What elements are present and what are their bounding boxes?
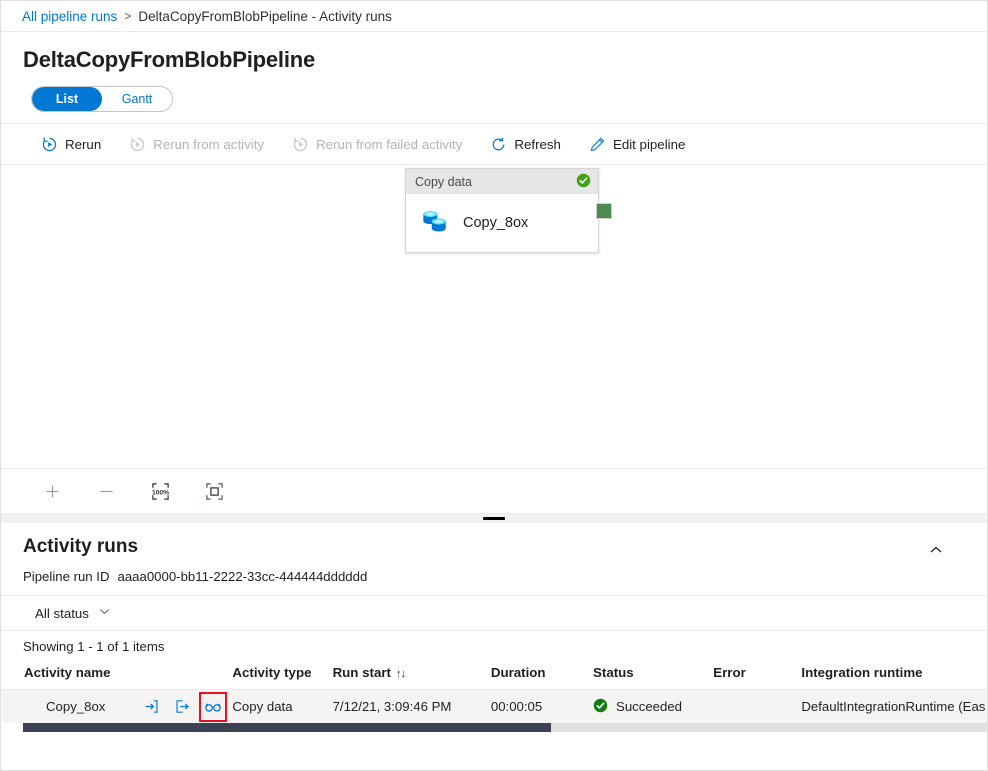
activity-runs-header: Activity runs Pipeline run ID aaaa0000-b… — [1, 523, 987, 584]
column-header-run-start-label: Run start — [333, 665, 391, 680]
scrollbar-thumb[interactable] — [23, 723, 551, 732]
cell-error — [713, 690, 801, 724]
breadcrumb: All pipeline runs > DeltaCopyFromBlobPip… — [1, 1, 987, 32]
title-area: DeltaCopyFromBlobPipeline — [1, 32, 987, 74]
view-toggle-gantt[interactable]: Gantt — [102, 87, 172, 111]
column-header-integration-runtime[interactable]: Integration runtime — [801, 661, 987, 690]
column-header-activity-type[interactable]: Activity type — [232, 661, 332, 690]
status-filter-dropdown[interactable]: All status — [31, 602, 115, 624]
edit-pipeline-label: Edit pipeline — [613, 137, 685, 152]
cell-status: Succeeded — [593, 690, 713, 724]
status-success-icon — [593, 698, 608, 716]
pencil-icon — [589, 136, 606, 153]
details-glasses-icon[interactable] — [202, 695, 225, 719]
panel-bottom-spacer — [1, 732, 987, 770]
activity-node-body: Copy_8ox — [406, 194, 598, 252]
edit-pipeline-button[interactable]: Edit pipeline — [579, 129, 695, 159]
cell-activity-name: Copy_8ox — [2, 690, 232, 724]
refresh-button[interactable]: Refresh — [480, 129, 571, 159]
activity-node-copy-data[interactable]: Copy data — [405, 168, 599, 253]
breadcrumb-separator: > — [124, 9, 131, 23]
view-toggle: List Gantt — [1, 74, 987, 112]
success-check-icon — [576, 173, 591, 191]
panel-splitter[interactable] — [1, 513, 987, 523]
table-horizontal-scrollbar[interactable] — [23, 723, 987, 732]
column-header-run-start[interactable]: Run start ↑↓ — [333, 661, 491, 690]
chevron-down-icon — [98, 605, 111, 621]
rerun-from-activity-icon — [129, 136, 146, 153]
page-title: DeltaCopyFromBlobPipeline — [23, 46, 987, 74]
activity-runs-panel: Activity runs Pipeline run ID aaaa0000-b… — [1, 523, 987, 770]
zoom-to-100-percent-icon[interactable]: 100% — [147, 478, 173, 504]
canvas-zoom-toolbar: 100% — [1, 468, 987, 513]
rerun-from-failed-activity-button: Rerun from failed activity — [282, 129, 472, 159]
input-icon[interactable] — [140, 695, 163, 719]
activity-name-cell-content: Copy_8ox — [24, 695, 232, 719]
activity-name-text: Copy_8ox — [46, 699, 140, 714]
activity-node-header: Copy data — [406, 169, 598, 194]
view-toggle-list[interactable]: List — [32, 87, 102, 111]
pipeline-canvas[interactable]: Copy data — [1, 165, 987, 468]
cell-activity-type: Copy data — [232, 690, 332, 724]
rerun-label: Rerun — [65, 137, 101, 152]
breadcrumb-all-pipeline-runs-link[interactable]: All pipeline runs — [22, 9, 117, 24]
cell-run-start: 7/12/21, 3:09:46 PM — [333, 690, 491, 724]
zoom-out-icon[interactable] — [93, 478, 119, 504]
activity-node-type-label: Copy data — [415, 175, 472, 189]
showing-count-text: Showing 1 - 1 of 1 items — [1, 630, 987, 661]
refresh-icon — [490, 136, 507, 153]
output-icon[interactable] — [171, 695, 194, 719]
copy-data-database-icon — [420, 208, 450, 239]
column-header-activity-name[interactable]: Activity name — [2, 661, 232, 690]
rerun-from-failed-activity-icon — [292, 136, 309, 153]
activity-runs-table: Activity name Activity type Run start↑↓ … — [2, 661, 987, 723]
node-output-connector[interactable] — [596, 203, 612, 219]
column-header-status[interactable]: Status — [593, 661, 713, 690]
splitter-drag-handle[interactable] — [483, 517, 505, 520]
pipeline-run-id-value: aaaa0000-bb11-2222-33cc-444444dddddd — [118, 569, 368, 584]
rerun-from-activity-label: Rerun from activity — [153, 137, 264, 152]
column-header-duration[interactable]: Duration — [491, 661, 593, 690]
sort-arrows-icon: ↑↓ — [396, 668, 405, 680]
status-filter-label: All status — [35, 606, 89, 621]
column-header-error[interactable]: Error — [713, 661, 801, 690]
rerun-from-failed-activity-label: Rerun from failed activity — [316, 137, 462, 152]
activity-runs-table-wrapper: Activity name Activity type Run start↑↓ … — [2, 661, 987, 723]
activity-runs-page: All pipeline runs > DeltaCopyFromBlobPip… — [0, 0, 988, 771]
status-badge: Succeeded — [593, 698, 713, 716]
status-filter-row: All status — [1, 595, 987, 630]
rerun-from-activity-button: Rerun from activity — [119, 129, 274, 159]
refresh-label: Refresh — [514, 137, 561, 152]
svg-text:100%: 100% — [152, 489, 169, 496]
chevron-up-icon[interactable] — [923, 537, 949, 563]
rerun-icon — [41, 136, 58, 153]
status-text: Succeeded — [616, 699, 682, 714]
pipeline-run-id-row: Pipeline run ID aaaa0000-bb11-2222-33cc-… — [23, 569, 987, 584]
table-row[interactable]: Copy_8ox — [2, 690, 987, 724]
pipeline-run-id-label: Pipeline run ID — [23, 569, 110, 584]
breadcrumb-current: DeltaCopyFromBlobPipeline - Activity run… — [138, 9, 392, 24]
activity-node-name: Copy_8ox — [463, 215, 528, 231]
fit-to-screen-icon[interactable] — [201, 478, 227, 504]
rerun-button[interactable]: Rerun — [31, 129, 111, 159]
zoom-in-icon[interactable] — [39, 478, 65, 504]
cell-duration: 00:00:05 — [491, 690, 593, 724]
view-toggle-pill: List Gantt — [31, 86, 173, 112]
activity-runs-title: Activity runs — [23, 534, 987, 560]
table-header-row: Activity name Activity type Run start↑↓ … — [2, 661, 987, 690]
command-bar: Rerun Rerun from activity Rerun from — [1, 123, 987, 165]
cell-integration-runtime: DefaultIntegrationRuntime (Eas — [801, 690, 987, 724]
